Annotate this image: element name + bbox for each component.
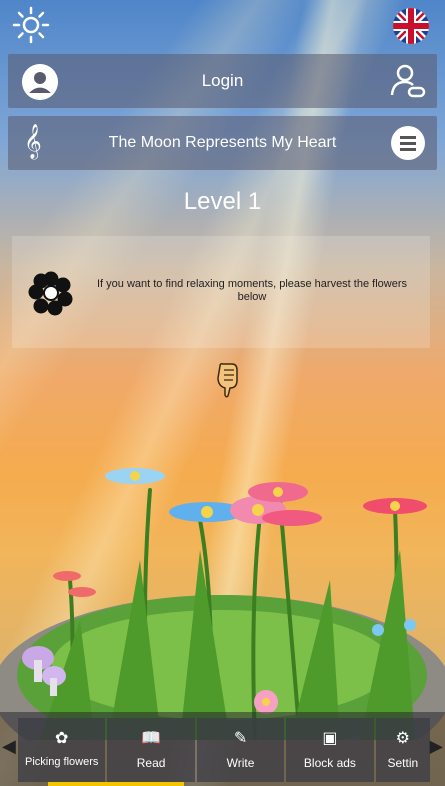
hamburger-menu-icon[interactable] (391, 126, 425, 160)
login-bar[interactable]: Login (8, 54, 437, 108)
tab-label: Write (226, 756, 255, 770)
song-bar[interactable]: 𝄞 The Moon Represents My Heart (8, 116, 437, 170)
scroll-right-arrow-icon[interactable]: ▶ (429, 736, 443, 757)
tab-label: Read (136, 756, 166, 770)
tab-label: Picking flowers (25, 756, 99, 768)
quest-text: If you want to find relaxing moments, pl… (97, 278, 407, 303)
scroll-left-arrow-icon[interactable]: ◀ (2, 736, 16, 757)
top-bar (0, 0, 445, 52)
tab-settings[interactable]: ⚙ Settin (375, 718, 431, 782)
gear-icon: ⚙ (395, 728, 410, 747)
tab-read[interactable]: 📖 Read (107, 718, 195, 782)
login-label[interactable]: Login (8, 71, 437, 91)
flower-icon (28, 271, 73, 316)
song-title[interactable]: The Moon Represents My Heart (8, 134, 437, 152)
tab-block-ads[interactable]: ▣ Block ads (286, 718, 374, 782)
ad-block-icon: ▣ (322, 728, 338, 747)
user-link-icon[interactable] (389, 62, 427, 100)
open-book-icon: 📖 (141, 728, 162, 747)
quest-panel: If you want to find relaxing moments, pl… (12, 236, 430, 348)
level-title: Level 1 (183, 188, 262, 215)
progress-bar (48, 782, 184, 786)
pen-icon: ✎ (233, 728, 248, 747)
flower-garden-scene[interactable] (0, 440, 445, 740)
pointing-hand-icon (217, 363, 238, 398)
nav-tabs: ✿ Picking flowers 📖 Read ✎ Write ▣ Block… (18, 718, 431, 782)
tab-picking-flowers[interactable]: ✿ Picking flowers (18, 718, 106, 782)
bottom-nav: ◀ ▶ ✿ Picking flowers 📖 Read ✎ Write ▣ B… (0, 712, 445, 786)
flower-outline-icon: ✿ (55, 728, 69, 747)
tab-label: Block ads (303, 756, 356, 770)
uk-flag-icon[interactable] (393, 8, 429, 44)
sun-icon[interactable] (12, 6, 50, 44)
tab-write[interactable]: ✎ Write (196, 718, 285, 782)
tab-label: Settin (387, 756, 419, 770)
